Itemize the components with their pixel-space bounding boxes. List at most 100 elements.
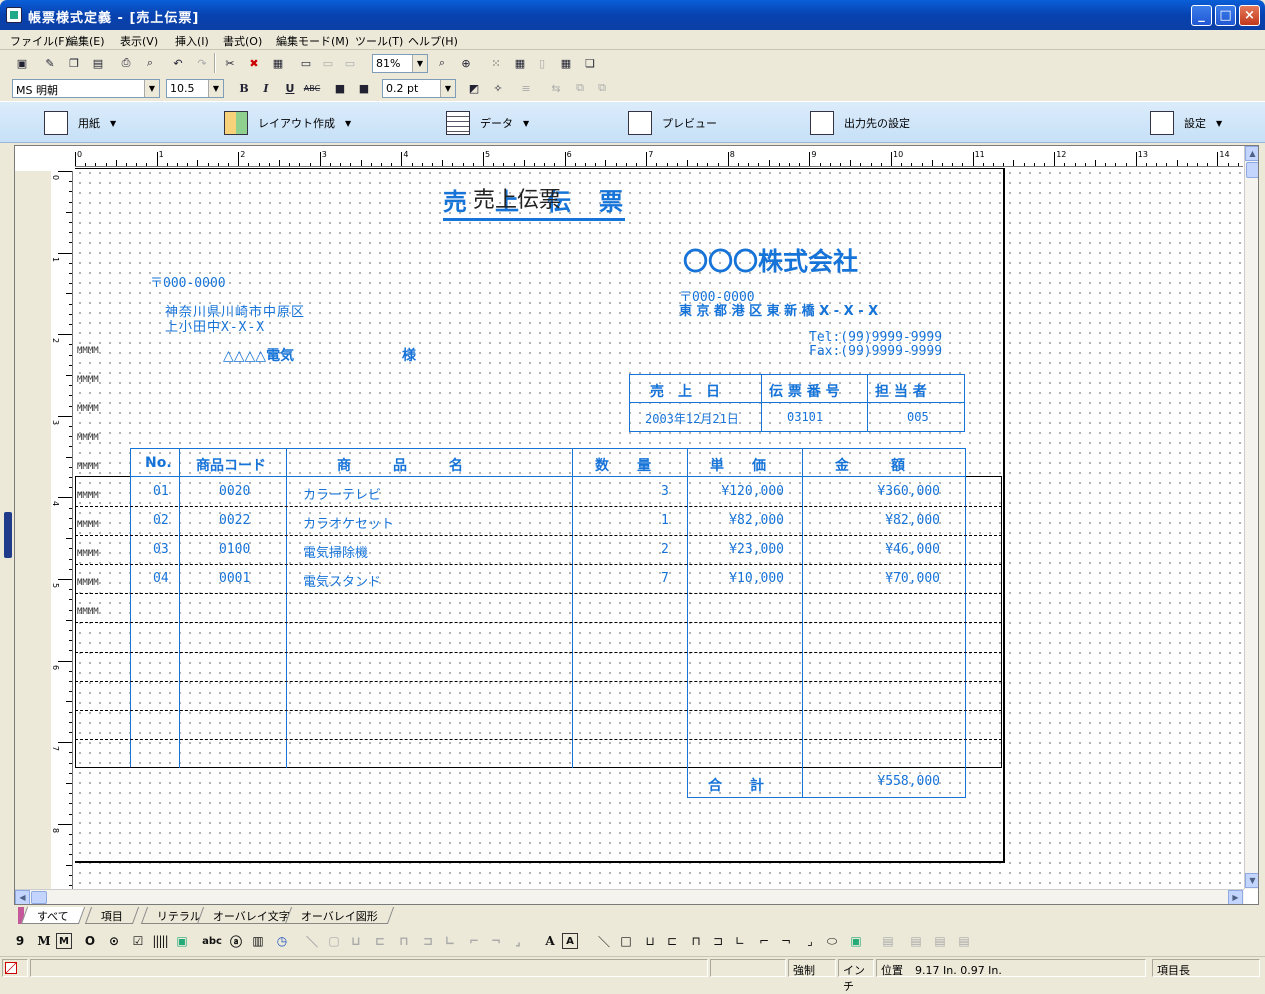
- customer-honorific[interactable]: 様: [402, 345, 416, 365]
- line-width-select[interactable]: 0.2 pt ▼: [382, 79, 456, 98]
- row-name[interactable]: 電気掃除機: [303, 542, 368, 561]
- row-price[interactable]: ¥10,000: [719, 571, 784, 586]
- company-tel[interactable]: Tel:(99)9999-9999: [809, 330, 942, 345]
- field-marker[interactable]: MMMM: [77, 520, 99, 530]
- overlay-ellipse-icon[interactable]: ⬭: [822, 931, 842, 951]
- checkbox-icon[interactable]: ☑: [128, 931, 148, 951]
- overlay-line-icon[interactable]: ＼: [594, 931, 614, 951]
- row-qty[interactable]: 7: [661, 571, 669, 586]
- paper-button[interactable]: 用紙 ▼: [44, 111, 116, 135]
- vertical-scrollbar[interactable]: ▲ ▼: [1244, 146, 1258, 889]
- slip-number-value[interactable]: 03101: [787, 410, 823, 424]
- tab-items[interactable]: 項目: [84, 907, 140, 924]
- row-code[interactable]: 0001: [219, 571, 250, 586]
- zoom-fit-icon[interactable]: ⌕: [432, 53, 452, 73]
- sales-date-value[interactable]: 2003年12月21日: [645, 410, 739, 427]
- corner-tool-icon[interactable]: ⌟: [508, 931, 528, 951]
- document-icon[interactable]: ▤: [88, 53, 108, 73]
- literal-text-icon[interactable]: abc: [202, 931, 222, 951]
- literal-box-icon[interactable]: ⓐ: [226, 931, 246, 951]
- frame3-icon[interactable]: ▭: [340, 53, 360, 73]
- staff-header[interactable]: 担 当 者: [875, 381, 927, 401]
- row-name[interactable]: カラーテレビ: [303, 484, 381, 503]
- field-marker[interactable]: MMMM: [77, 607, 99, 617]
- row-no[interactable]: 03: [153, 542, 169, 557]
- field-marker[interactable]: MMMM: [77, 462, 99, 472]
- row-amount[interactable]: ¥360,000: [855, 484, 940, 499]
- scroll-down-icon[interactable]: ▼: [1245, 873, 1258, 888]
- menu-file[interactable]: ファイル(F): [10, 33, 69, 49]
- menu-tools[interactable]: ツール(T): [355, 33, 403, 49]
- hscroll-thumb[interactable]: [31, 891, 47, 904]
- preview-button[interactable]: プレビュー: [628, 111, 717, 135]
- field-marker[interactable]: MMMM: [77, 375, 99, 385]
- customer-name[interactable]: △△△△電気: [223, 345, 294, 365]
- settings-button[interactable]: 設定 ▼: [1150, 111, 1222, 135]
- redo-icon[interactable]: ↷: [192, 53, 212, 73]
- form-title-literal[interactable]: 売上伝票: [473, 182, 561, 214]
- total-label[interactable]: 合 計: [708, 775, 764, 795]
- swap-icon[interactable]: ⇆: [546, 78, 566, 98]
- paint-icon[interactable]: ✧: [488, 78, 508, 98]
- row-qty[interactable]: 3: [661, 484, 669, 499]
- page-icon[interactable]: ▯: [532, 53, 552, 73]
- row-qty[interactable]: 2: [661, 542, 669, 557]
- close-button[interactable]: ×: [1239, 5, 1260, 26]
- row-price[interactable]: ¥82,000: [719, 513, 784, 528]
- radio-icon[interactable]: ⊙: [104, 931, 124, 951]
- row-qty[interactable]: 1: [661, 513, 669, 528]
- frame-text-icon[interactable]: ▥: [248, 931, 268, 951]
- overlay-box-text-icon[interactable]: A: [562, 933, 578, 949]
- maximize-button[interactable]: □: [1215, 5, 1236, 26]
- align-icon[interactable]: ≡: [516, 78, 536, 98]
- overlay-bracket-icon[interactable]: ⊐: [708, 931, 728, 951]
- font-size-select[interactable]: 10.5 ▼: [166, 79, 224, 98]
- underline-button[interactable]: U: [280, 78, 300, 98]
- copy-icon[interactable]: ❐: [64, 53, 84, 73]
- band-icon[interactable]: ▤: [930, 931, 950, 951]
- scroll-left-icon[interactable]: ◀: [15, 890, 30, 904]
- row-no[interactable]: 01: [153, 484, 169, 499]
- data-button[interactable]: データ ▼: [446, 111, 529, 135]
- staff-value[interactable]: 005: [907, 410, 929, 424]
- band-icon[interactable]: ▤: [954, 931, 974, 951]
- overlay-text-icon[interactable]: A: [540, 931, 560, 951]
- circle-field-icon[interactable]: O: [80, 931, 100, 951]
- overlay-bracket-icon[interactable]: ⊔: [640, 931, 660, 951]
- row-code[interactable]: 0020: [219, 484, 250, 499]
- layer-up-icon[interactable]: ⧉: [592, 78, 612, 98]
- col-header-code[interactable]: 商品コード: [196, 455, 266, 475]
- layer-down-icon[interactable]: ⧉: [570, 78, 590, 98]
- numeric-field-icon[interactable]: 9: [10, 931, 30, 951]
- field-marker[interactable]: MMMM: [77, 433, 99, 443]
- side-panel-handle[interactable]: [4, 512, 12, 558]
- row-price[interactable]: ¥23,000: [719, 542, 784, 557]
- band-icon[interactable]: ▤: [878, 931, 898, 951]
- delete-icon[interactable]: ✖: [244, 53, 264, 73]
- table-icon[interactable]: ▦: [510, 53, 530, 73]
- horizontal-scrollbar[interactable]: ◀ ▶: [15, 889, 1244, 904]
- overlay-bracket-icon[interactable]: ⊏: [662, 931, 682, 951]
- menu-view[interactable]: 表示(V): [120, 33, 158, 49]
- menu-format[interactable]: 書式(O): [223, 33, 262, 49]
- tab-overlay-shape[interactable]: オーバレイ図形: [284, 907, 394, 924]
- layer-icon[interactable]: ❏: [580, 53, 600, 73]
- scroll-thumb[interactable]: [1246, 162, 1258, 178]
- customer-address-2[interactable]: 上小田中X-X-X: [165, 316, 265, 335]
- output-settings-button[interactable]: 出力先の設定: [810, 111, 910, 135]
- menu-insert[interactable]: 挿入(I): [175, 33, 209, 49]
- zoom-icon[interactable]: ⊕: [456, 53, 476, 73]
- fill-icon[interactable]: ■: [330, 78, 350, 98]
- corner-tool-icon[interactable]: ⌐: [464, 931, 484, 951]
- text-field-icon[interactable]: M: [34, 931, 54, 951]
- menu-help[interactable]: ヘルプ(H): [408, 33, 458, 49]
- frame-icon[interactable]: ▭: [296, 53, 316, 73]
- line-tool-icon[interactable]: ＼: [302, 931, 322, 951]
- row-amount[interactable]: ¥70,000: [855, 571, 940, 586]
- total-value[interactable]: ¥558,000: [855, 774, 940, 789]
- col-header-price[interactable]: 単 価: [710, 455, 766, 475]
- grid-select-icon[interactable]: ▦: [268, 53, 288, 73]
- save-icon[interactable]: ▣: [12, 53, 32, 73]
- image-field-icon[interactable]: ▣: [172, 931, 192, 951]
- col-header-qty[interactable]: 数 量: [595, 455, 651, 475]
